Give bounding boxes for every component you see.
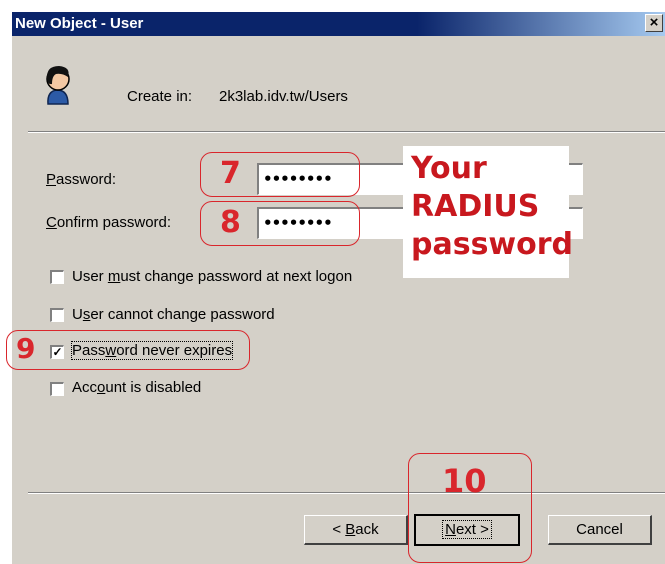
cancel-button[interactable]: Cancel [548,515,652,545]
note-line-3: password [411,227,574,262]
user-icon [46,66,70,105]
step-10-number: 10 [442,462,487,500]
confirm-password-label: Confirm password: [46,214,172,231]
note-line-1: Your [411,151,487,186]
cannot-change-password-checkbox[interactable] [50,308,64,322]
must-change-password-checkbox[interactable] [50,270,64,284]
close-button[interactable]: × [645,14,663,32]
radius-password-note: Your RADIUS password [403,146,574,278]
account-disabled-checkbox[interactable] [50,382,64,396]
step-7-number: 7 [220,156,241,191]
window-title: New Object - User [15,15,144,32]
title-bar: New Object - User × [12,12,665,36]
step-8-number: 8 [220,205,241,240]
cannot-change-password-label: User cannot change password [72,306,275,323]
password-label: Password: [46,171,117,188]
create-in-label: Create in: [127,88,193,105]
must-change-password-label: User must change password at next logon [72,268,353,285]
create-in-path: 2k3lab.idv.tw/Users [219,88,348,105]
note-line-2: RADIUS [411,189,540,224]
back-button[interactable]: < Back [304,515,408,545]
step-9-number: 9 [16,332,36,365]
account-disabled-label: Account is disabled [72,379,202,396]
header-separator [28,131,665,133]
step-9-highlight [6,330,250,370]
footer-separator [28,492,665,494]
